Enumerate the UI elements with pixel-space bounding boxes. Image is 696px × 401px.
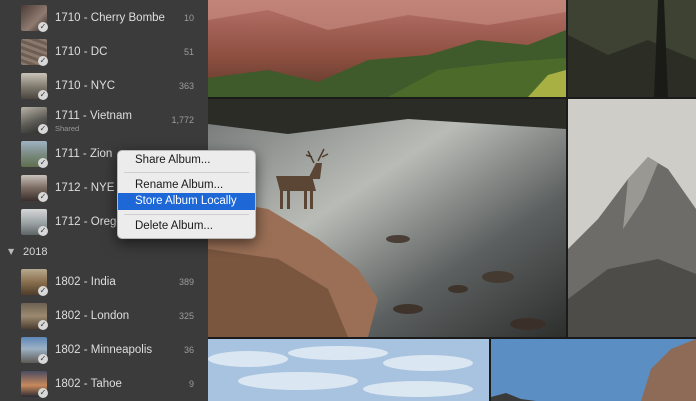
album-count: 36 bbox=[183, 345, 194, 355]
menu-separator bbox=[124, 214, 249, 215]
photo-cloudy-sky[interactable] bbox=[208, 339, 489, 401]
checkmark-icon: ✓ bbox=[38, 22, 48, 32]
album-name: 1712 - Orego bbox=[55, 216, 123, 228]
shared-label: Shared bbox=[55, 124, 80, 133]
menu-item-label: Store Album Locally bbox=[135, 195, 237, 207]
photo-cloudy-sky-image bbox=[208, 339, 489, 401]
album-row-1802-tahoe[interactable]: ✓ 1802 - Tahoe 9 bbox=[0, 368, 208, 401]
menu-item-label: Rename Album... bbox=[135, 179, 224, 191]
album-row-1711-vietnam[interactable]: ✓ 1711 - Vietnam Shared 1,772 bbox=[0, 104, 208, 138]
photo-mountain-peak-image bbox=[568, 99, 696, 337]
album-row-1710-cherry-bombe[interactable]: ✓ 1710 - Cherry Bombe 10 bbox=[0, 2, 208, 36]
year-section-header[interactable]: ▼ 2018 bbox=[0, 243, 208, 263]
album-name: 1802 - Tahoe bbox=[55, 378, 122, 390]
menu-separator bbox=[124, 172, 249, 173]
disclosure-triangle-icon[interactable]: ▼ bbox=[8, 247, 14, 256]
album-count: 389 bbox=[178, 277, 194, 287]
album-context-menu: Share Album... Rename Album... Store Alb… bbox=[117, 150, 256, 239]
year-label: 2018 bbox=[23, 246, 48, 258]
checkmark-icon: ✓ bbox=[38, 124, 48, 134]
checkmark-icon: ✓ bbox=[38, 388, 48, 398]
checkmark-icon: ✓ bbox=[38, 226, 48, 236]
photo-blue-sky-rocks-image bbox=[491, 339, 696, 401]
album-row-1802-london[interactable]: ✓ 1802 - London 325 bbox=[0, 300, 208, 334]
menu-item-label: Share Album... bbox=[135, 154, 211, 166]
album-count: 9 bbox=[188, 379, 194, 389]
menu-item-rename-album[interactable]: Rename Album... bbox=[118, 177, 255, 194]
album-count: 51 bbox=[183, 47, 194, 57]
menu-item-delete-album[interactable]: Delete Album... bbox=[118, 218, 255, 235]
album-name: 1802 - India bbox=[55, 276, 116, 288]
checkmark-icon: ✓ bbox=[38, 158, 48, 168]
album-row-1710-nyc[interactable]: ✓ 1710 - NYC 363 bbox=[0, 70, 208, 104]
album-name: 1710 - Cherry Bombe bbox=[55, 12, 165, 24]
album-name: 1711 - Zion bbox=[55, 148, 113, 160]
album-name: 1710 - NYC bbox=[55, 80, 116, 92]
album-name: 1710 - DC bbox=[55, 46, 108, 58]
album-count: 10 bbox=[183, 13, 194, 23]
menu-item-store-album-locally[interactable]: Store Album Locally bbox=[118, 193, 255, 210]
checkmark-icon: ✓ bbox=[38, 354, 48, 364]
photo-mountain-peak[interactable] bbox=[568, 99, 696, 337]
checkmark-icon: ✓ bbox=[38, 90, 48, 100]
photo-canyon-cliffs[interactable] bbox=[208, 0, 566, 97]
album-name: 1802 - London bbox=[55, 310, 130, 322]
album-row-1710-dc[interactable]: ✓ 1710 - DC 51 bbox=[0, 36, 208, 70]
checkmark-icon: ✓ bbox=[38, 56, 48, 66]
album-row-1802-india[interactable]: ✓ 1802 - India 389 bbox=[0, 266, 208, 300]
album-count: 363 bbox=[178, 81, 194, 91]
menu-item-share-album[interactable]: Share Album... bbox=[118, 152, 255, 169]
album-row-1802-minneapolis[interactable]: ✓ 1802 - Minneapolis 36 bbox=[0, 334, 208, 368]
photo-canyon-cliffs-image bbox=[208, 0, 566, 97]
photo-deer-river-image bbox=[208, 99, 566, 337]
checkmark-icon: ✓ bbox=[38, 286, 48, 296]
photo-deer-river[interactable] bbox=[208, 99, 566, 337]
album-count: 325 bbox=[178, 311, 194, 321]
album-count: 1,772 bbox=[171, 115, 194, 125]
photo-dark-trees-image bbox=[568, 0, 696, 97]
photo-dark-trees[interactable] bbox=[568, 0, 696, 97]
album-name: 1802 - Minneapolis bbox=[55, 344, 153, 356]
photo-blue-sky-rocks[interactable] bbox=[491, 339, 696, 401]
album-name: 1711 - Vietnam bbox=[55, 110, 132, 122]
checkmark-icon: ✓ bbox=[38, 192, 48, 202]
checkmark-icon: ✓ bbox=[38, 320, 48, 330]
menu-item-label: Delete Album... bbox=[135, 220, 213, 232]
